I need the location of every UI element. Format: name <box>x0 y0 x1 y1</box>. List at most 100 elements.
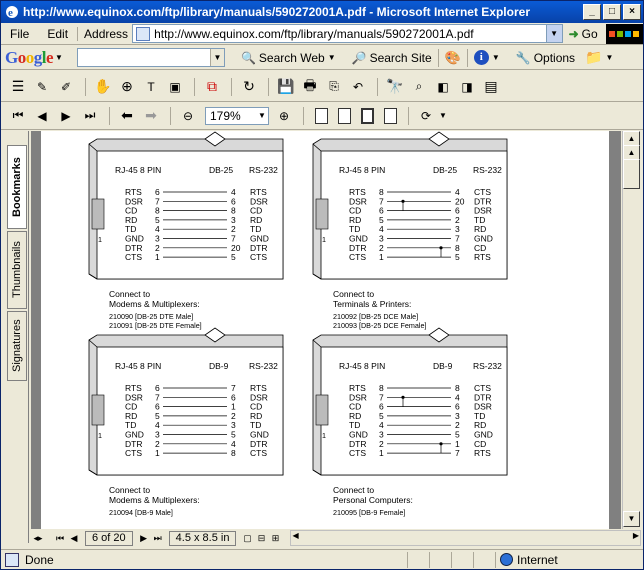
zoom-tool-icon[interactable]: ⊕ <box>116 77 138 97</box>
minimize-button[interactable]: _ <box>583 4 601 20</box>
actual-size-icon[interactable] <box>315 107 328 124</box>
close-button[interactable]: × <box>623 4 641 20</box>
wiring-diagram: 1RJ-45 8 PIN DB-25 RS-232RTS 8 4 CTSDSR 7 20 DTR… <box>312 131 508 330</box>
document-view[interactable]: 1 RJ-45 8 PIN DB-25 RS-232 RTS 6 4 RTS DSR 7 6 DSR C… <box>31 131 621 529</box>
go-forward-icon[interactable]: ➡ <box>140 106 162 126</box>
search-site-icon: 🔎 <box>351 50 367 65</box>
undo-icon[interactable]: ↶ <box>347 77 369 97</box>
pin-one-label: 1 <box>98 235 102 244</box>
go-label: Go <box>581 26 598 41</box>
snapshot-icon[interactable]: ▣ <box>164 77 186 97</box>
header-rs232: RS-232 <box>473 361 502 371</box>
google-toolbar: Google ▼ ▼ 🔍 Search Web ▼ 🔎 Search Site … <box>1 46 643 70</box>
single-page-icon[interactable]: ▢ <box>240 533 254 544</box>
reflow-icon[interactable] <box>384 107 397 124</box>
find-icon[interactable]: 🔭 <box>384 77 406 97</box>
facing-icon[interactable]: ⊞ <box>268 533 282 544</box>
collapse-pane-icon[interactable]: ◂▸ <box>31 533 45 544</box>
page-number-field[interactable]: 6 of 20 <box>85 530 133 546</box>
copy-icon[interactable]: ⎘ <box>323 77 345 97</box>
vertical-scrollbar[interactable]: ▲ ▲ ▼ <box>622 131 640 529</box>
first-page-icon[interactable]: ⏮ <box>7 106 29 126</box>
folder-icon[interactable]: 📁 <box>585 49 602 66</box>
search-doc-icon[interactable]: ⌕ <box>408 77 430 97</box>
separator <box>303 106 304 125</box>
caption-line-2: Modems & Multiplexers: <box>109 495 200 505</box>
save-icon[interactable]: 💾 <box>275 77 297 97</box>
first-page-small-icon[interactable]: ⏮ <box>53 533 67 544</box>
zoom-value[interactable]: 179% <box>210 109 241 123</box>
header-db: DB-9 <box>209 361 229 371</box>
prev-page-small-icon[interactable]: ◀ <box>67 533 81 544</box>
caption-line-1: Connect to <box>333 485 374 495</box>
go-back-icon[interactable]: ⬅ <box>116 106 138 126</box>
scroll-right-icon[interactable]: ▶ <box>633 531 639 540</box>
tab-thumbnails[interactable]: Thumbnails <box>7 231 27 309</box>
zoom-dropdown-icon[interactable]: ▼ <box>256 108 268 124</box>
next-page-icon[interactable]: ▶ <box>55 106 77 126</box>
rotate-chevron-icon[interactable]: ▼ <box>439 111 447 120</box>
globe-icon <box>500 553 513 566</box>
ie-icon: e <box>6 6 18 19</box>
menu-edit[interactable]: Edit <box>38 27 77 41</box>
scroll-left-icon[interactable]: ◀ <box>292 531 298 540</box>
window-title: http://www.equinox.com/ftp/library/manua… <box>23 5 530 19</box>
continuous-icon[interactable]: ⊟ <box>254 533 268 544</box>
google-menu-chevron-icon[interactable]: ▼ <box>55 53 63 62</box>
options-button[interactable]: 🔧 Options <box>516 51 575 65</box>
scroll-down-icon[interactable]: ▼ <box>623 511 640 527</box>
address-url[interactable]: http://www.equinox.com/ftp/library/manua… <box>154 27 546 41</box>
menu-file[interactable]: File <box>1 27 38 41</box>
signal-label-left: CTS <box>349 252 366 262</box>
search-site-label: Search Site <box>369 50 432 65</box>
svg-text:e: e <box>8 7 13 19</box>
print-icon[interactable]: 🖶 <box>299 77 321 97</box>
rotate-icon[interactable]: ↻ <box>238 77 260 97</box>
next-page-small-icon[interactable]: ▶ <box>137 533 151 544</box>
highlight-icon[interactable]: ✐ <box>55 77 77 97</box>
pen-icon[interactable]: ✎ <box>31 77 53 97</box>
last-page-icon[interactable]: ⏭ <box>79 106 101 126</box>
address-bar[interactable]: http://www.equinox.com/ftp/library/manua… <box>132 24 563 43</box>
tab-bookmarks[interactable]: Bookmarks <box>7 145 27 229</box>
previous-view-icon[interactable]: ◧ <box>432 77 454 97</box>
previous-page-icon[interactable]: ◀ <box>31 106 53 126</box>
scrollbar-thumb[interactable] <box>623 159 640 189</box>
maximize-button[interactable]: □ <box>603 4 621 20</box>
rotate-view-icon[interactable]: ⟳ <box>415 106 437 126</box>
rj45-jack <box>315 394 329 426</box>
zone-label: Internet <box>517 552 558 567</box>
search-web-chevron-icon[interactable]: ▼ <box>328 53 336 62</box>
info-icon[interactable]: i <box>473 50 489 65</box>
folder-chevron-icon[interactable]: ▼ <box>605 53 613 62</box>
next-view-icon[interactable]: ◨ <box>456 77 478 97</box>
zoom-field[interactable]: 179% ▼ <box>205 106 269 125</box>
horizontal-scrollbar[interactable]: ◀ ▶ <box>290 530 641 546</box>
zoom-out-icon[interactable]: ⊖ <box>177 106 199 126</box>
tab-signatures[interactable]: Signatures <box>7 311 27 381</box>
status-cell <box>473 551 495 568</box>
go-arrow-icon: ➜ <box>568 26 579 41</box>
zoom-in-icon[interactable]: ⊕ <box>273 106 295 126</box>
info-chevron-icon[interactable]: ▼ <box>492 53 500 62</box>
wiring-diagram: 1RJ-45 8 PIN DB-25 RS-232RTS 6 4 RTSDSR 7 6 DSRC… <box>88 131 284 330</box>
fit-page-icon[interactable] <box>338 107 351 124</box>
navigation-pane-icon[interactable]: ▤ <box>480 77 502 97</box>
go-button[interactable]: ➜ Go <box>569 27 598 41</box>
header-db: DB-25 <box>433 165 457 175</box>
search-site-button[interactable]: 🔎 Search Site <box>352 51 432 65</box>
google-logo[interactable]: Google <box>5 48 54 68</box>
acrobat-icon[interactable]: ⧉ <box>201 77 223 97</box>
pagerank-icon[interactable]: 🎨 <box>445 50 461 66</box>
options-label: Options <box>533 50 576 65</box>
search-dropdown-icon[interactable]: ▼ <box>209 49 224 66</box>
separator <box>466 48 468 67</box>
select-text-icon[interactable]: ☰ <box>7 77 29 97</box>
search-web-button[interactable]: 🔍 Search Web ▼ <box>241 51 336 65</box>
hand-tool-icon[interactable]: ✋ <box>92 77 114 97</box>
last-page-small-icon[interactable]: ⏭ <box>151 533 165 544</box>
google-search-input[interactable]: ▼ <box>76 48 225 67</box>
address-dropdown-icon[interactable]: ▼ <box>545 25 562 42</box>
fit-width-icon[interactable] <box>361 107 374 124</box>
text-select-icon[interactable]: T <box>140 77 162 97</box>
